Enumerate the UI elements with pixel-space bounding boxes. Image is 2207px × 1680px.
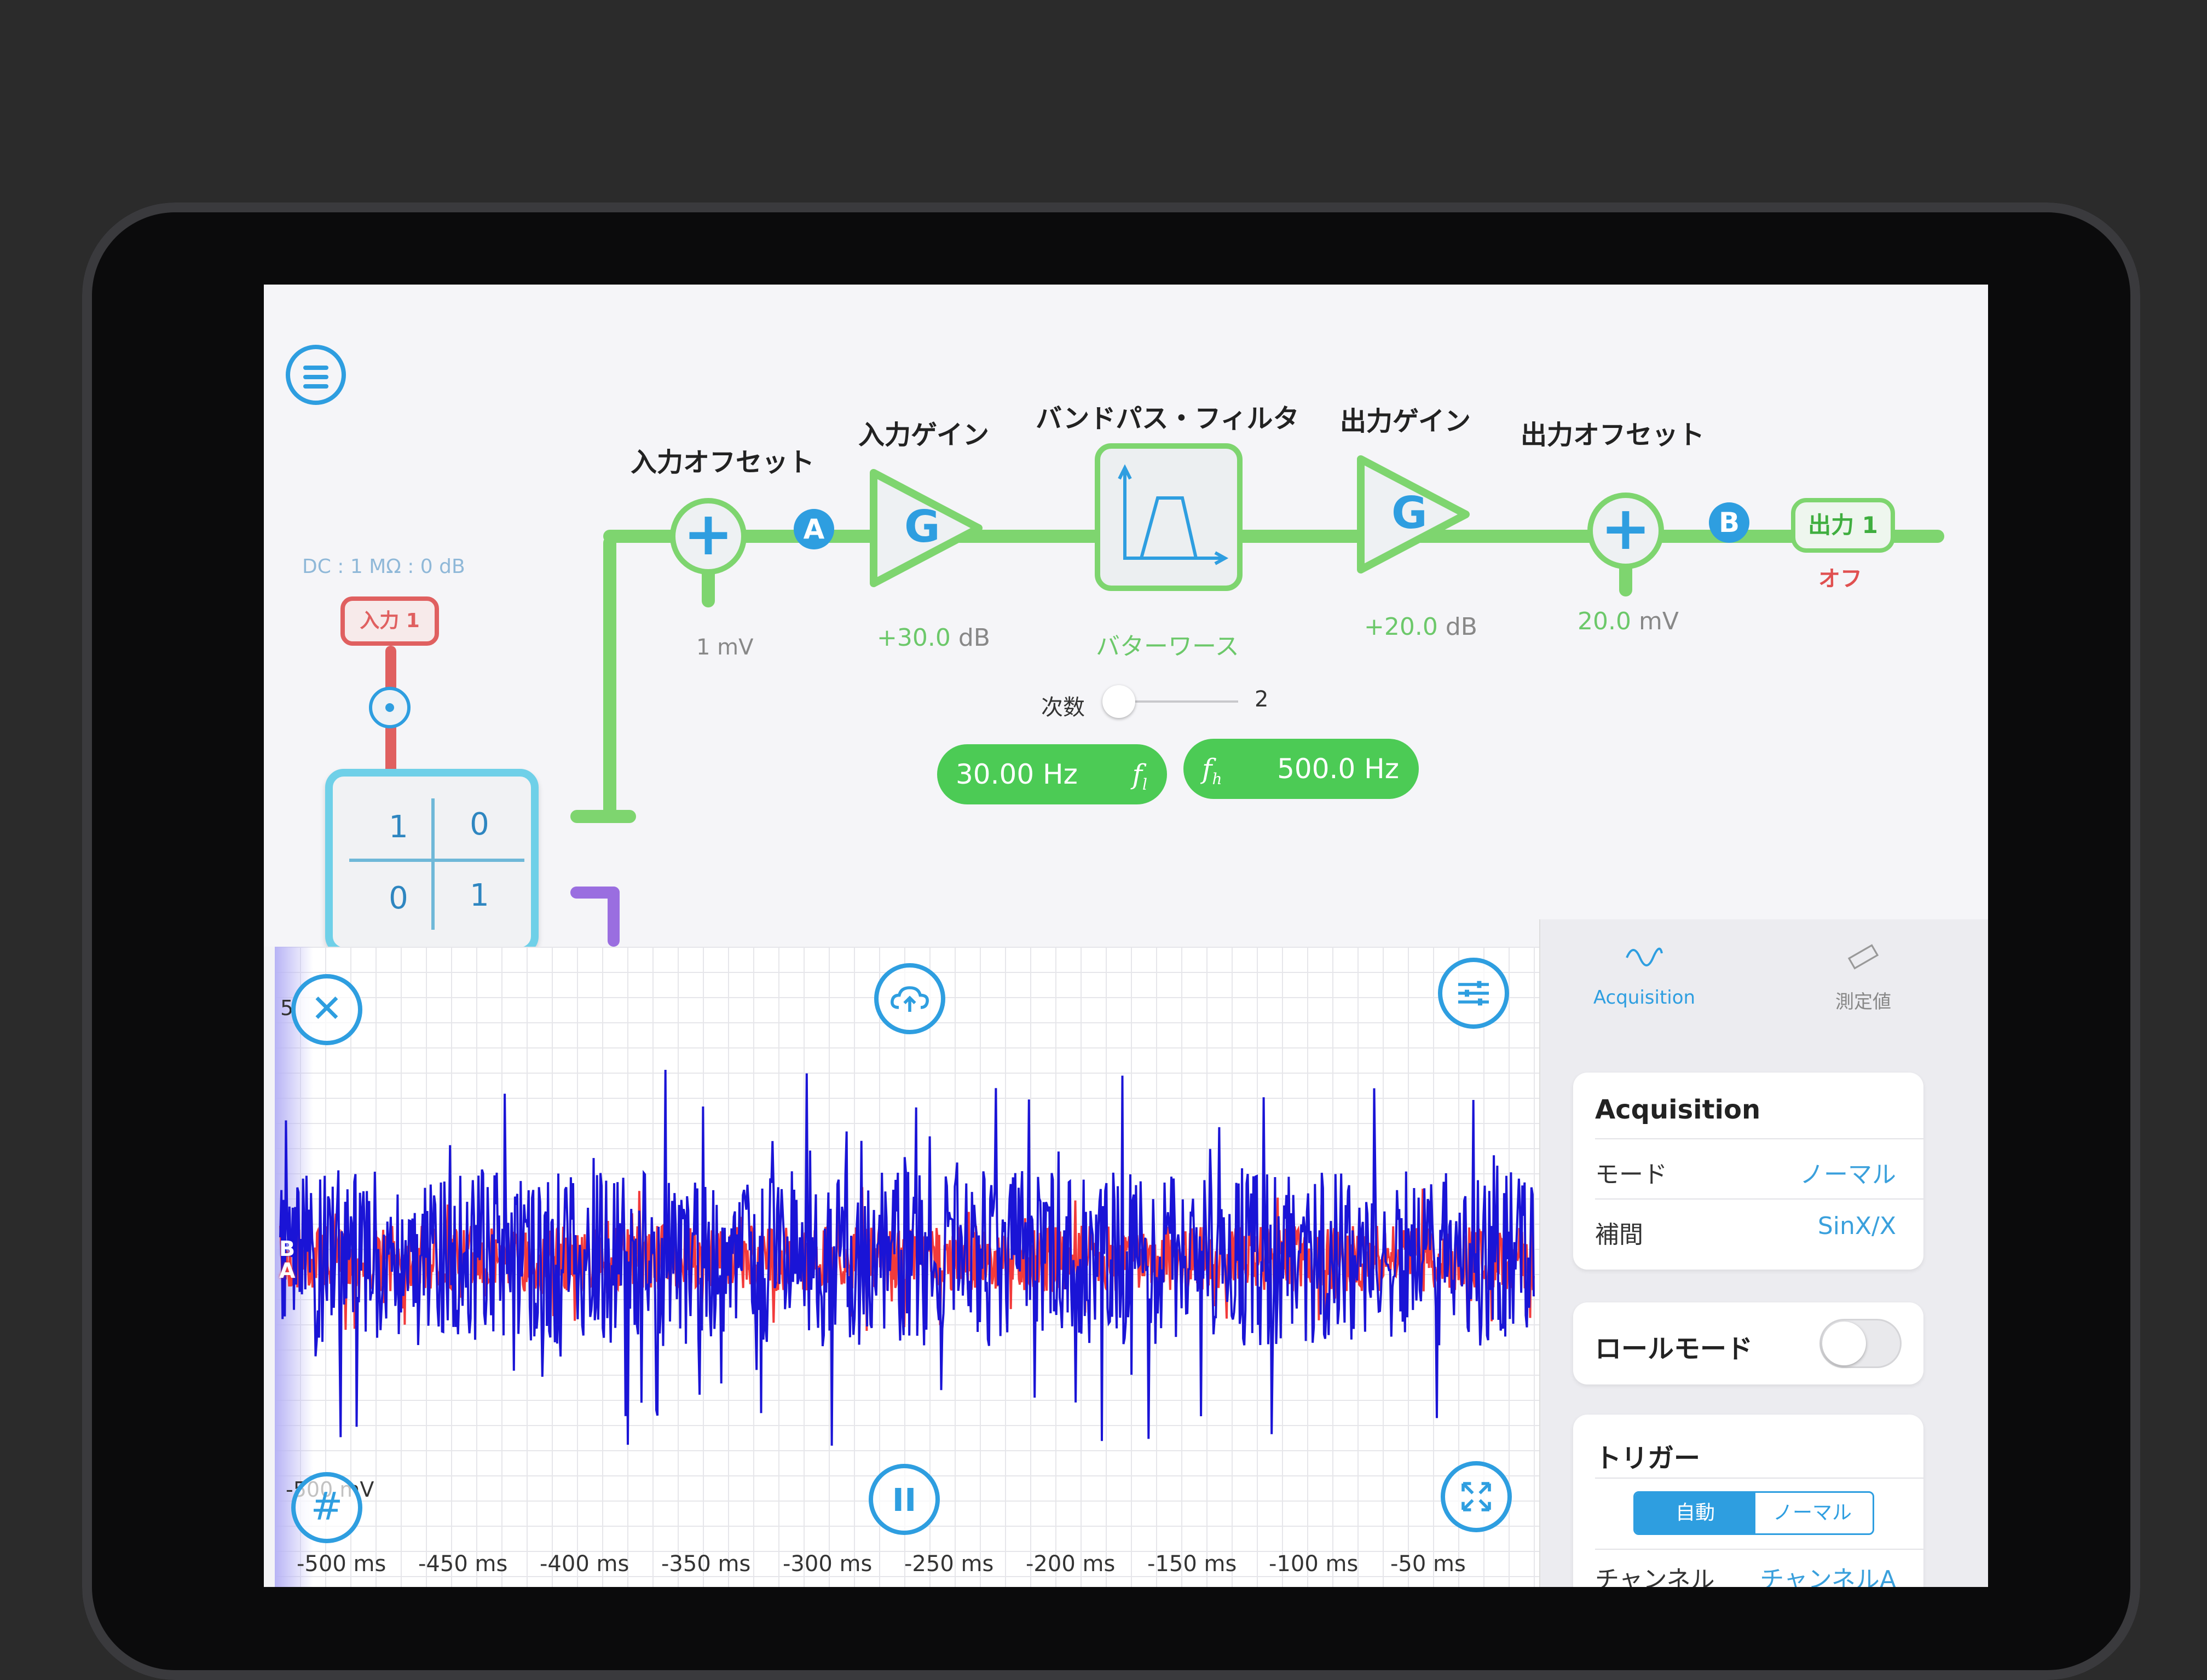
- pause-icon[interactable]: [869, 1464, 940, 1535]
- x-tick-label: -400 ms: [540, 1551, 629, 1577]
- trigger-mode-segment[interactable]: 自動 ノーマル: [1633, 1491, 1874, 1535]
- tab-measurements-label: 測定値: [1835, 991, 1891, 1013]
- channel-b-trace: [279, 1069, 1535, 1446]
- app-screen: DC : 1 MΩ : 0 dB 入力 1 1 0 0 1 入力オフセット + …: [264, 285, 1988, 1587]
- input-offset-plus-button[interactable]: +: [670, 498, 747, 575]
- x-tick-label: -200 ms: [1026, 1551, 1116, 1577]
- output-state: オフ: [1818, 566, 1862, 592]
- output-offset-title: 出力オフセット: [1521, 420, 1705, 450]
- mode-value[interactable]: ノーマル: [1800, 1155, 1896, 1190]
- order-value: 2: [1255, 687, 1269, 712]
- input-gain-title: 入力ゲイン: [858, 420, 990, 450]
- low-cutoff-value: 30.00 Hz: [956, 758, 1078, 790]
- input-coupling-label: DC : 1 MΩ : 0 dB: [302, 555, 465, 578]
- trigger-title: トリガー: [1595, 1443, 1701, 1474]
- acquisition-card-title: Acquisition: [1595, 1094, 1761, 1125]
- x-tick-label: -50 ms: [1390, 1551, 1466, 1577]
- settings-sliders-icon[interactable]: [1438, 958, 1509, 1029]
- x-tick-label: -500 ms: [297, 1551, 386, 1577]
- input-gain-value[interactable]: +30.0 dB: [877, 624, 990, 652]
- matrix-cell-21: 0: [389, 880, 408, 916]
- fullscreen-icon[interactable]: [1441, 1461, 1512, 1532]
- channel-b-marker: B: [279, 1237, 295, 1261]
- matrix-cell-12: 0: [470, 807, 489, 842]
- trigger-normal-option[interactable]: ノーマル: [1752, 1493, 1873, 1533]
- tab-measurements[interactable]: 測定値: [1781, 941, 1945, 1013]
- low-cutoff-button[interactable]: 30.00 Hz fl: [937, 744, 1167, 804]
- svg-text:G: G: [1391, 488, 1428, 538]
- high-cutoff-button[interactable]: fh 500.0 Hz: [1183, 739, 1419, 799]
- mode-label: モード: [1595, 1161, 1667, 1189]
- grid-icon[interactable]: #: [291, 1472, 362, 1543]
- menu-icon[interactable]: [286, 345, 346, 405]
- trigger-channel-label: チャンネル: [1595, 1566, 1715, 1587]
- roll-mode-card: ロールモード: [1573, 1302, 1923, 1384]
- matrix-cell-11: 1: [389, 809, 408, 845]
- roll-mode-label: ロールモード: [1595, 1334, 1753, 1364]
- node-b-badge: B: [1709, 502, 1749, 543]
- close-icon[interactable]: ✕: [291, 974, 362, 1045]
- cloud-upload-icon[interactable]: [874, 963, 945, 1034]
- interpolation-value[interactable]: SinX/X: [1818, 1212, 1896, 1240]
- trigger-auto-option[interactable]: 自動: [1635, 1493, 1755, 1533]
- probe-icon[interactable]: [369, 687, 411, 728]
- bandpass-type[interactable]: バターワース: [1096, 627, 1239, 662]
- output-gain-value[interactable]: +20.0 dB: [1364, 613, 1477, 641]
- input-offset-title: 入力オフセット: [631, 447, 815, 478]
- x-tick-label: -150 ms: [1147, 1551, 1237, 1577]
- order-slider-knob[interactable]: [1102, 685, 1135, 718]
- trigger-card: トリガー 自動 ノーマル チャンネル チャンネルA: [1573, 1415, 1923, 1587]
- order-slider-track[interactable]: [1118, 700, 1238, 703]
- order-label: 次数: [1041, 695, 1085, 720]
- output-gain-block[interactable]: G: [1353, 451, 1474, 577]
- sine-wave-icon: [1626, 947, 1663, 966]
- x-tick-label: -450 ms: [418, 1551, 508, 1577]
- routing-matrix[interactable]: 1 0 0 1: [325, 769, 539, 955]
- output-gain-title: 出力ゲイン: [1340, 406, 1471, 437]
- matrix-cell-22: 1: [470, 878, 489, 913]
- acquisition-card: Acquisition モード ノーマル 補間 SinX/X: [1573, 1073, 1923, 1270]
- output-offset-value[interactable]: 20.0 mV: [1578, 607, 1679, 635]
- bandpass-response-icon: [1118, 464, 1229, 565]
- x-tick-label: -250 ms: [904, 1551, 994, 1577]
- tab-acquisition[interactable]: Acquisition: [1562, 941, 1726, 1009]
- bandpass-filter-block[interactable]: [1095, 443, 1243, 591]
- purple-wire-v: [608, 887, 620, 947]
- settings-panel: Acquisition 測定値 Acquisition モード ノーマル 補間 …: [1539, 919, 1988, 1587]
- x-tick-label: -100 ms: [1269, 1551, 1359, 1577]
- output-offset-plus-button[interactable]: +: [1587, 493, 1664, 569]
- vertical-wire: [603, 536, 616, 821]
- low-cutoff-symbol: fl: [1132, 758, 1147, 793]
- svg-text:G: G: [904, 501, 940, 552]
- input-gain-block[interactable]: G: [866, 465, 986, 591]
- high-cutoff-value: 500.0 Hz: [1277, 753, 1399, 785]
- x-tick-label: -300 ms: [783, 1551, 873, 1577]
- node-a-badge: A: [794, 509, 834, 549]
- roll-mode-toggle[interactable]: [1819, 1319, 1902, 1368]
- trigger-channel-value[interactable]: チャンネルA: [1760, 1560, 1896, 1587]
- signal-chain-diagram: DC : 1 MΩ : 0 dB 入力 1 1 0 0 1 入力オフセット + …: [264, 285, 1988, 955]
- input-1-button[interactable]: 入力 1: [340, 596, 439, 646]
- input-offset-value[interactable]: 1 mV: [696, 635, 754, 660]
- tab-acquisition-label: Acquisition: [1593, 987, 1696, 1009]
- ruler-icon: [1847, 944, 1879, 970]
- x-tick-label: -350 ms: [661, 1551, 751, 1577]
- output-1-button[interactable]: 出力 1: [1791, 498, 1895, 553]
- waveform-canvas: [279, 1069, 1535, 1446]
- high-cutoff-symbol: fh: [1202, 753, 1222, 788]
- bandpass-title: バンドパス・フィルタ: [1036, 403, 1299, 434]
- channel-a-marker: A: [279, 1259, 296, 1283]
- interpolation-label: 補間: [1595, 1221, 1643, 1249]
- oscilloscope-plot[interactable]: 5 -500 mV B A ✕ # -500 ms-450 ms-400 ms-…: [275, 947, 1539, 1587]
